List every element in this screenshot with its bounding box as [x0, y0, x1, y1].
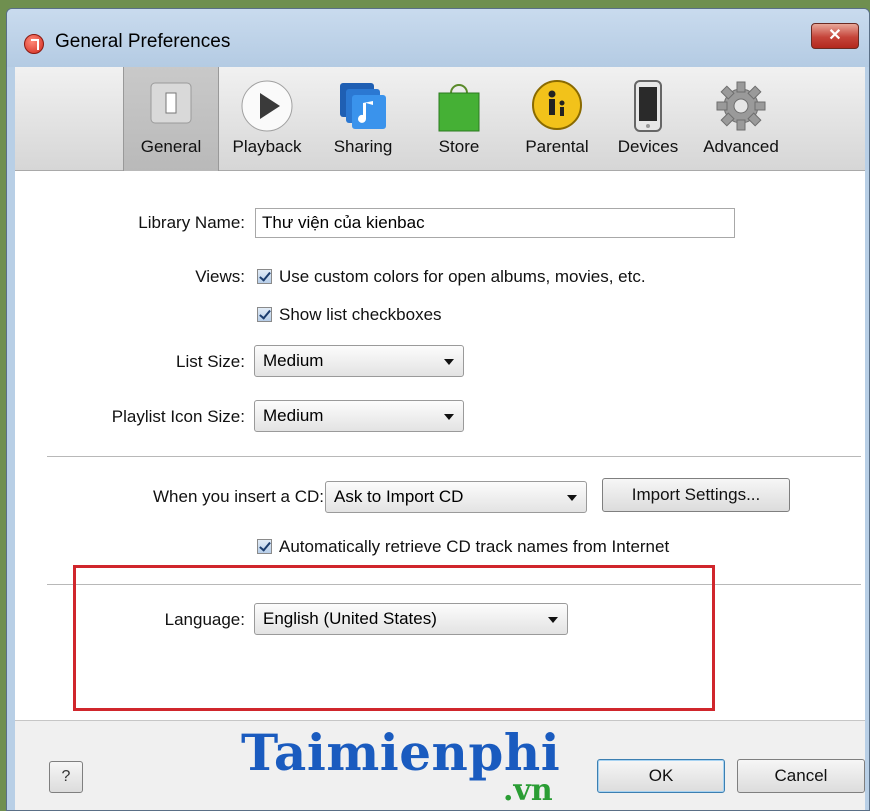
- section-divider: [47, 456, 861, 457]
- parental-icon: [531, 79, 583, 136]
- dialog-footer: ? Taimienphi .vn OK Cancel: [15, 720, 865, 810]
- highlight-box: [73, 565, 715, 711]
- tab-devices[interactable]: Devices: [607, 67, 689, 171]
- tab-general-label: General: [140, 137, 202, 156]
- list-size-label: List Size:: [176, 352, 245, 371]
- help-button[interactable]: ?: [49, 761, 83, 793]
- tab-parental-label: Parental: [525, 137, 589, 156]
- library-name-input[interactable]: Thư viện của kienbac: [255, 208, 735, 238]
- custom-colors-checkbox[interactable]: [257, 269, 272, 284]
- tab-sharing[interactable]: Sharing: [315, 67, 411, 171]
- auto-retrieve-label: Automatically retrieve CD track names fr…: [279, 537, 670, 556]
- watermark-logo: Taimienphi .vn: [241, 721, 561, 810]
- show-list-checkboxes-label: Show list checkboxes: [279, 305, 442, 324]
- window-title: General Preferences: [55, 31, 231, 52]
- play-icon: [240, 79, 294, 138]
- chevron-down-icon: [444, 414, 454, 420]
- playlist-icon-size-label: Playlist Icon Size:: [111, 407, 245, 426]
- tab-parental[interactable]: Parental: [509, 67, 605, 171]
- tab-playback[interactable]: Playback: [221, 67, 313, 171]
- store-bag-icon: [435, 79, 483, 138]
- list-size-value: Medium: [263, 351, 324, 370]
- tab-devices-label: Devices: [617, 137, 679, 156]
- playlist-icon-size-select[interactable]: Medium: [254, 400, 464, 432]
- library-name-label: Library Name:: [138, 213, 245, 232]
- auto-retrieve-checkbox[interactable]: [257, 539, 272, 554]
- insert-cd-select[interactable]: Ask to Import CD: [325, 481, 587, 513]
- list-size-select[interactable]: Medium: [254, 345, 464, 377]
- ok-button[interactable]: OK: [597, 759, 725, 793]
- tab-general[interactable]: General: [123, 67, 219, 171]
- chevron-down-icon: [444, 359, 454, 365]
- insert-cd-value: Ask to Import CD: [334, 487, 464, 506]
- show-list-checkboxes-checkbox[interactable]: [257, 307, 272, 322]
- general-panel: Library Name: Thư viện của kienbac Views…: [15, 171, 865, 720]
- device-phone-icon: [633, 79, 663, 138]
- title-bar[interactable]: General Preferences ✕: [7, 9, 869, 67]
- tab-store-label: Store: [438, 137, 480, 156]
- tab-advanced-label: Advanced: [703, 137, 779, 156]
- insert-cd-label: When you insert a CD:: [152, 487, 324, 506]
- custom-colors-label: Use custom colors for open albums, movie…: [279, 267, 646, 286]
- preferences-toolbar: General Playback Sharing Store Parental: [15, 67, 865, 171]
- itunes-icon: [24, 34, 44, 54]
- tab-store[interactable]: Store: [413, 67, 505, 171]
- gear-icon: [714, 79, 768, 138]
- tab-advanced[interactable]: Advanced: [693, 67, 789, 171]
- tab-sharing-label: Sharing: [333, 137, 393, 156]
- sharing-music-icon: [336, 79, 390, 138]
- watermark-sub: .vn: [503, 773, 553, 808]
- tab-playback-label: Playback: [232, 137, 302, 156]
- preferences-window: General Preferences ✕ General Playback S…: [6, 8, 870, 811]
- general-switch-icon: [147, 79, 195, 132]
- chevron-down-icon: [567, 495, 577, 501]
- close-button[interactable]: ✕: [811, 23, 859, 49]
- playlist-icon-size-value: Medium: [263, 406, 324, 425]
- views-label: Views:: [195, 267, 245, 286]
- cancel-button[interactable]: Cancel: [737, 759, 865, 793]
- import-settings-button[interactable]: Import Settings...: [602, 478, 790, 512]
